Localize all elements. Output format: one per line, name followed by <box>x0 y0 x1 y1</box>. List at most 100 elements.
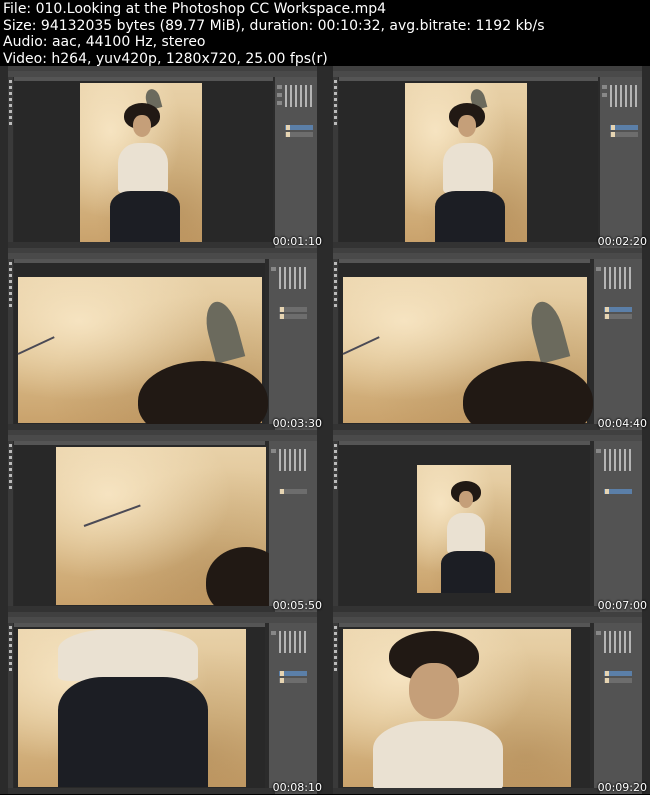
layer-row[interactable] <box>279 314 307 319</box>
ps-document-window <box>14 441 286 612</box>
ps-document-tab <box>339 623 590 627</box>
swatches-panel <box>279 449 307 471</box>
toolbar-tool-icon <box>334 280 337 283</box>
layer-thumbnail-icon <box>280 678 284 683</box>
panel-icon <box>596 267 601 271</box>
face <box>133 115 151 137</box>
layer-row[interactable] <box>279 678 307 683</box>
face <box>409 663 459 719</box>
toolbar-tool-icon <box>9 86 12 89</box>
toolbar-tool-icon <box>9 262 12 265</box>
photo-canvas <box>405 83 527 243</box>
video-thumbnail-6[interactable]: 00:07:00 <box>325 430 650 612</box>
timestamp: 00:04:40 <box>597 417 647 430</box>
ps-document-tab <box>14 259 265 263</box>
panel-icon <box>277 85 282 89</box>
toolbar-tool-icon <box>9 292 12 295</box>
layer-row[interactable] <box>279 489 307 494</box>
photo-canvas <box>342 277 593 430</box>
timestamp: 00:02:20 <box>597 235 647 248</box>
video-thumbnail-5[interactable]: 00:05:50 <box>0 430 325 612</box>
photo-canvas <box>17 277 268 430</box>
swatches-panel <box>604 449 632 471</box>
photo-canvas <box>80 83 202 243</box>
ps-document-window <box>14 259 268 430</box>
layer-row[interactable] <box>604 314 632 319</box>
video-thumbnail-3[interactable]: 00:03:30 <box>0 248 325 430</box>
ps-panels <box>269 441 317 612</box>
skirt <box>58 677 208 787</box>
layer-thumbnail-icon <box>280 307 284 312</box>
video-thumbnail-4[interactable]: 00:04:40 <box>325 248 650 430</box>
ps-toolbar <box>8 441 13 606</box>
toolbar-tool-icon <box>334 468 337 471</box>
toolbar-tool-icon <box>9 116 12 119</box>
toolbar-tool-icon <box>334 98 337 101</box>
toolbar-tool-icon <box>9 638 12 641</box>
skirt <box>435 191 505 243</box>
toolbar-tool-icon <box>9 474 12 477</box>
toolbar-tool-icon <box>334 268 337 271</box>
toolbar-tool-icon <box>334 274 337 277</box>
panel-icon <box>602 85 607 89</box>
toolbar-tool-icon <box>9 104 12 107</box>
layer-row[interactable] <box>285 132 313 137</box>
ps-document-window <box>339 77 598 243</box>
ps-document-tab <box>339 259 590 263</box>
video-thumbnail-2[interactable]: 00:02:20 <box>325 66 650 248</box>
ps-status-bar <box>8 788 275 794</box>
video-thumbnail-1[interactable]: 00:01:10 <box>0 66 325 248</box>
ps-document-window <box>339 623 590 791</box>
hat-plume <box>525 298 571 364</box>
toolbar-tool-icon <box>334 92 337 95</box>
timestamp: 00:08:10 <box>272 781 322 794</box>
layer-row[interactable] <box>604 307 632 312</box>
pen-stroke <box>83 504 141 527</box>
photo-canvas <box>343 629 571 791</box>
ps-toolbar <box>333 441 338 606</box>
layer-row[interactable] <box>279 307 307 312</box>
ps-panels <box>594 259 642 430</box>
toolbar-tool-icon <box>334 486 337 489</box>
toolbar-tool-icon <box>334 480 337 483</box>
pen-stroke <box>17 336 55 355</box>
layer-thumbnail-icon <box>286 132 290 137</box>
layer-row[interactable] <box>610 125 638 130</box>
layer-thumbnail-icon <box>605 678 609 683</box>
layer-row[interactable] <box>610 132 638 137</box>
ps-document-window <box>339 259 593 430</box>
toolbar-tool-icon <box>9 268 12 271</box>
photo-canvas <box>56 447 286 612</box>
swatches-panel <box>604 267 632 289</box>
file-name: File: 010.Looking at the Photoshop CC Wo… <box>3 1 387 17</box>
toolbar-tool-icon <box>334 474 337 477</box>
video-info: Video: h264, yuv420p, 1280x720, 25.00 fp… <box>3 50 328 67</box>
layer-row[interactable] <box>604 489 632 494</box>
panel-icon <box>271 449 276 453</box>
toolbar-tool-icon <box>334 662 337 665</box>
ps-toolbar <box>333 259 338 424</box>
panel-icon <box>596 631 601 635</box>
toolbar-tool-icon <box>9 644 12 647</box>
ps-document-window <box>14 77 273 243</box>
layer-row[interactable] <box>604 671 632 676</box>
toolbar-tool-icon <box>9 122 12 125</box>
ps-panels <box>269 259 317 430</box>
layer-thumbnail-icon <box>605 307 609 312</box>
ps-document-tab <box>14 441 265 445</box>
swatches-panel <box>285 85 313 107</box>
layer-row[interactable] <box>285 125 313 130</box>
ps-panels <box>594 441 642 612</box>
video-thumbnail-7[interactable]: 00:08:10 <box>0 612 325 794</box>
timestamp: 00:01:10 <box>272 235 322 248</box>
video-thumbnail-8[interactable]: 00:09:20 <box>325 612 650 794</box>
layer-row[interactable] <box>604 678 632 683</box>
panel-icon <box>271 267 276 271</box>
toolbar-tool-icon <box>9 486 12 489</box>
toolbar-tool-icon <box>9 462 12 465</box>
toolbar-tool-icon <box>9 92 12 95</box>
layer-row[interactable] <box>279 671 307 676</box>
toolbar-tool-icon <box>334 80 337 83</box>
blouse <box>373 721 503 791</box>
toolbar-tool-icon <box>334 456 337 459</box>
